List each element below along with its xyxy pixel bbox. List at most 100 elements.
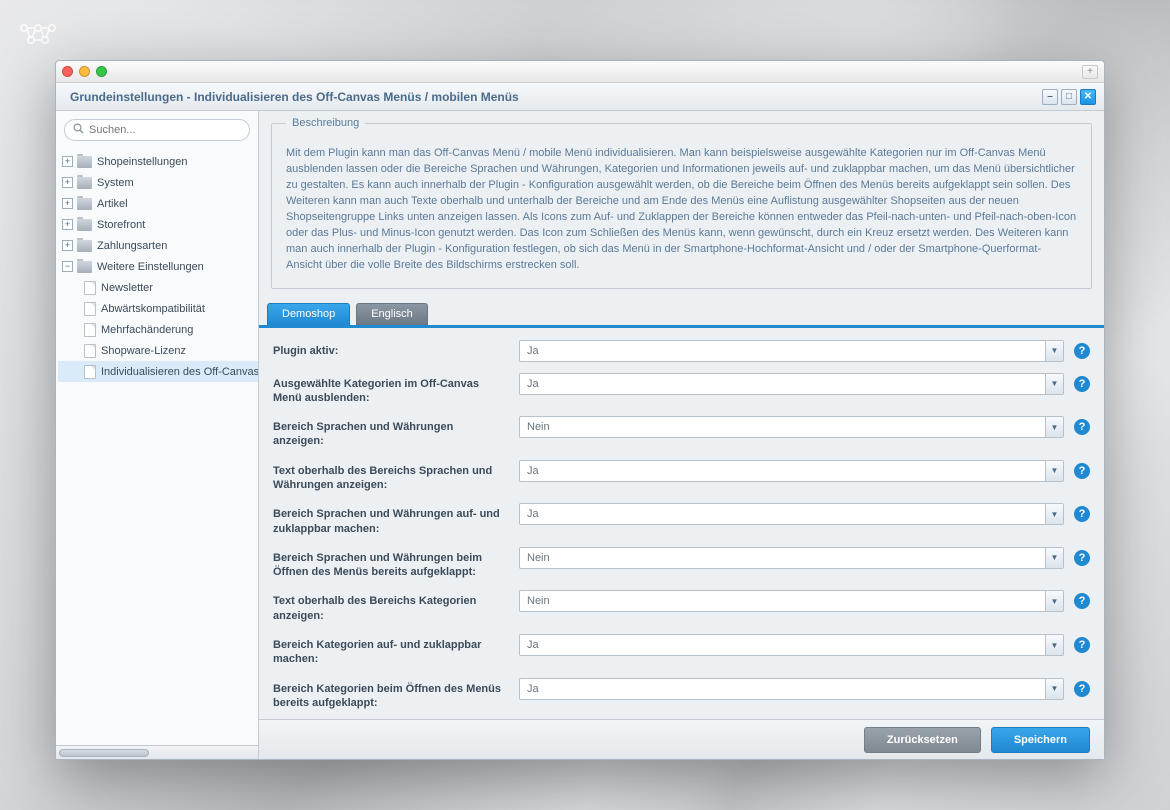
tree-item-0[interactable]: Newsletter bbox=[58, 277, 258, 298]
tree-folder-0[interactable]: + Shopeinstellungen bbox=[58, 151, 258, 172]
main-panel: Beschreibung Mit dem Plugin kann man das… bbox=[259, 111, 1104, 759]
expand-icon[interactable]: + bbox=[62, 219, 73, 230]
chevron-down-icon[interactable]: ▼ bbox=[1045, 679, 1063, 699]
chevron-down-icon[interactable]: ▼ bbox=[1045, 591, 1063, 611]
tree-item-1[interactable]: Abwärtskompatibilität bbox=[58, 298, 258, 319]
tab-0[interactable]: Demoshop bbox=[267, 303, 350, 325]
settings-tree[interactable]: +Shopeinstellungen+System+Artikel+Storef… bbox=[56, 149, 258, 745]
help-icon[interactable]: ? bbox=[1074, 681, 1090, 697]
chevron-down-icon[interactable]: ▼ bbox=[1045, 461, 1063, 481]
search-input-wrapper[interactable] bbox=[64, 119, 250, 141]
titlebar-add-button[interactable]: + bbox=[1082, 65, 1098, 79]
expand-icon[interactable]: − bbox=[62, 261, 73, 272]
combo-value: Ja bbox=[520, 378, 539, 390]
form-combo-6[interactable]: Nein▼ bbox=[519, 590, 1064, 612]
form-label: Ausgewählte Kategorien im Off-Canvas Men… bbox=[273, 373, 519, 406]
tree-item-2[interactable]: Mehrfachänderung bbox=[58, 319, 258, 340]
scrollbar-thumb[interactable] bbox=[59, 749, 149, 757]
form-row-6: Text oberhalb des Bereichs Kategorien an… bbox=[273, 590, 1090, 623]
help-icon[interactable]: ? bbox=[1074, 463, 1090, 479]
form-row-4: Bereich Sprachen und Währungen auf- und … bbox=[273, 503, 1090, 536]
expand-icon[interactable]: + bbox=[62, 240, 73, 251]
form-combo-1[interactable]: Ja ▼ bbox=[519, 373, 1064, 395]
combo-value: Ja bbox=[520, 683, 539, 695]
form-row-8: Bereich Kategorien beim Öffnen des Menüs… bbox=[273, 678, 1090, 711]
page-icon bbox=[84, 281, 96, 295]
form-row-7: Bereich Kategorien auf- und zuklappbar m… bbox=[273, 634, 1090, 667]
form-row-3: Text oberhalb des Bereichs Sprachen und … bbox=[273, 460, 1090, 493]
expand-icon[interactable]: + bbox=[62, 177, 73, 188]
sidebar: +Shopeinstellungen+System+Artikel+Storef… bbox=[56, 111, 259, 759]
tree-folder-1[interactable]: +System bbox=[58, 172, 258, 193]
window-maximize-button[interactable]: □ bbox=[1061, 89, 1077, 105]
form-label: Bereich Sprachen und Währungen auf- und … bbox=[273, 503, 519, 536]
folder-icon bbox=[77, 156, 92, 168]
form-combo-2[interactable]: Nein ▼ bbox=[519, 416, 1064, 438]
help-icon[interactable]: ? bbox=[1074, 593, 1090, 609]
form-combo-7[interactable]: Ja ▼ bbox=[519, 634, 1064, 656]
window-header: Grundeinstellungen - Individualisieren d… bbox=[56, 83, 1104, 111]
tree-item-3[interactable]: Shopware-Lizenz bbox=[58, 340, 258, 361]
description-legend: Beschreibung bbox=[286, 116, 365, 132]
help-icon[interactable]: ? bbox=[1074, 550, 1090, 566]
form-combo-3[interactable]: Ja▼ bbox=[519, 460, 1064, 482]
window-close-button[interactable]: ✕ bbox=[1080, 89, 1096, 105]
chevron-down-icon[interactable]: ▼ bbox=[1045, 341, 1063, 361]
help-icon[interactable]: ? bbox=[1074, 506, 1090, 522]
tree-label: Weitere Einstellungen bbox=[97, 261, 204, 273]
chevron-down-icon[interactable]: ▼ bbox=[1045, 635, 1063, 655]
form-combo-8[interactable]: Ja ▼ bbox=[519, 678, 1064, 700]
chevron-down-icon[interactable]: ▼ bbox=[1045, 548, 1063, 568]
folder-icon bbox=[77, 177, 92, 189]
form-label: Bereich Sprachen und Währungen beim Öffn… bbox=[273, 547, 519, 580]
tree-folder-4[interactable]: + Zahlungsarten bbox=[58, 235, 258, 256]
description-text: Mit dem Plugin kann man das Off-Canvas M… bbox=[286, 146, 1077, 274]
folder-icon bbox=[77, 198, 92, 210]
combo-value: Ja bbox=[520, 639, 539, 651]
tree-folder-3[interactable]: + Storefront bbox=[58, 214, 258, 235]
chevron-down-icon[interactable]: ▼ bbox=[1045, 417, 1063, 437]
expand-icon[interactable]: + bbox=[62, 156, 73, 167]
form-row-1: Ausgewählte Kategorien im Off-Canvas Men… bbox=[273, 373, 1090, 406]
chevron-down-icon[interactable]: ▼ bbox=[1045, 504, 1063, 524]
traffic-zoom[interactable] bbox=[96, 66, 107, 77]
page-icon bbox=[84, 344, 96, 358]
tab-1[interactable]: Englisch bbox=[356, 303, 428, 325]
tree-label: Abwärtskompatibilität bbox=[101, 303, 205, 315]
form-row-5: Bereich Sprachen und Währungen beim Öffn… bbox=[273, 547, 1090, 580]
form-combo-4[interactable]: Ja▼ bbox=[519, 503, 1064, 525]
page-icon bbox=[84, 365, 96, 379]
form-combo-5[interactable]: Nein▼ bbox=[519, 547, 1064, 569]
form-row-2: Bereich Sprachen und Währungen anzeigen:… bbox=[273, 416, 1090, 449]
tree-folder-2[interactable]: + Artikel bbox=[58, 193, 258, 214]
tree-label: Storefront bbox=[97, 219, 145, 231]
tree-label: Shopeinstellungen bbox=[97, 156, 188, 168]
chevron-down-icon[interactable]: ▼ bbox=[1045, 374, 1063, 394]
help-icon[interactable]: ? bbox=[1074, 637, 1090, 653]
mac-titlebar: + bbox=[56, 61, 1104, 83]
tree-label: Newsletter bbox=[101, 282, 153, 294]
tree-item-4[interactable]: Individualisieren des Off-Canvas Menüs /… bbox=[58, 361, 258, 382]
tree-label: Artikel bbox=[97, 198, 128, 210]
expand-icon[interactable]: + bbox=[62, 198, 73, 209]
form-row-0: Plugin aktiv:Ja▼? bbox=[273, 340, 1090, 362]
traffic-minimize[interactable] bbox=[79, 66, 90, 77]
search-input[interactable] bbox=[89, 124, 241, 136]
help-icon[interactable]: ? bbox=[1074, 419, 1090, 435]
save-button[interactable]: Speichern bbox=[991, 727, 1090, 753]
folder-icon bbox=[77, 261, 92, 273]
tree-folder-weitere[interactable]: − Weitere Einstellungen bbox=[58, 256, 258, 277]
help-icon[interactable]: ? bbox=[1074, 376, 1090, 392]
window-minimize-button[interactable]: – bbox=[1042, 89, 1058, 105]
settings-window: + Grundeinstellungen - Individualisieren… bbox=[55, 60, 1105, 760]
help-icon[interactable]: ? bbox=[1074, 343, 1090, 359]
reset-button[interactable]: Zurücksetzen bbox=[864, 727, 981, 753]
tree-label: Zahlungsarten bbox=[97, 240, 167, 252]
combo-value: Nein bbox=[520, 421, 550, 433]
form-combo-0[interactable]: Ja▼ bbox=[519, 340, 1064, 362]
traffic-close[interactable] bbox=[62, 66, 73, 77]
footer: Zurücksetzen Speichern bbox=[259, 719, 1104, 759]
tree-label: Shopware-Lizenz bbox=[101, 345, 186, 357]
form-label: Text oberhalb des Bereichs Kategorien an… bbox=[273, 590, 519, 623]
sidebar-scrollbar[interactable] bbox=[56, 745, 258, 759]
